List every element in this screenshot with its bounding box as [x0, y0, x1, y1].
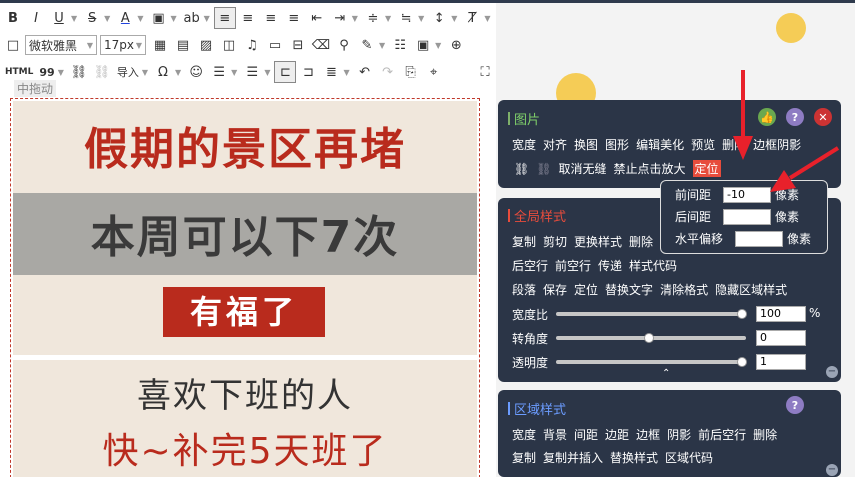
- red-arrow: [733, 70, 753, 160]
- red-arrow: [770, 146, 840, 192]
- annotation-arrows: [733, 70, 840, 192]
